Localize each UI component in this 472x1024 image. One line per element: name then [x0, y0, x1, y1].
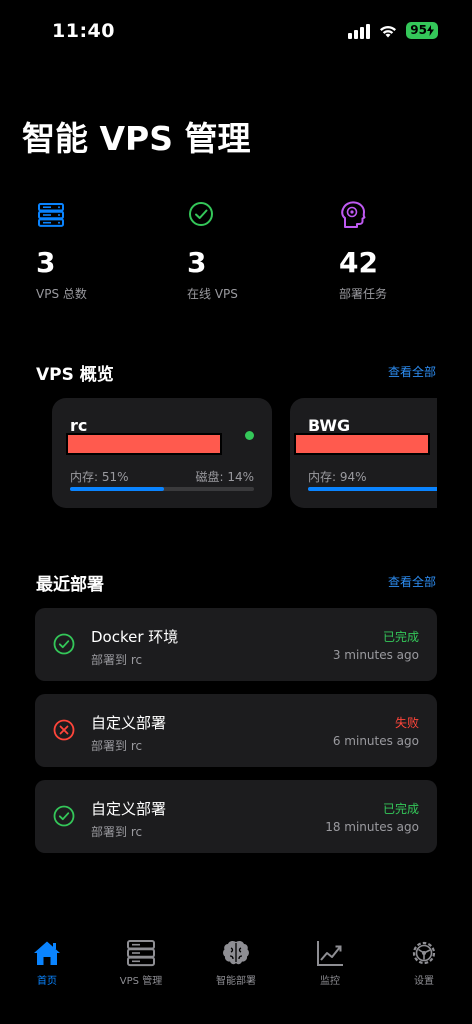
- memory-usage-bar: [308, 487, 437, 491]
- deploy-status: 失败: [394, 716, 419, 730]
- vps-card-rc[interactable]: rc 内存: 51% 磁盘: 14%: [52, 398, 272, 508]
- tab-monitoring[interactable]: 监控: [283, 938, 377, 987]
- tab-vps-management[interactable]: VPS 管理: [94, 938, 188, 987]
- vps-disk: 磁盘: 14%: [195, 470, 254, 484]
- stat-label: 部署任务: [339, 287, 388, 301]
- vps-memory: 内存: 51%: [70, 470, 129, 484]
- battery-level: 95: [410, 23, 427, 37]
- redacted-address: [294, 433, 430, 455]
- tab-label: 首页: [37, 976, 57, 987]
- deploy-time: 6 minutes ago: [332, 734, 419, 748]
- memory-usage-fill: [70, 487, 164, 491]
- stat-deploy-tasks: 42 部署任务: [339, 200, 472, 302]
- status-time: 11:40: [52, 20, 115, 42]
- deploy-target: 部署到 rc: [91, 739, 143, 753]
- deploy-title: 自定义部署: [91, 714, 167, 732]
- deploy-title: Docker 环境: [91, 628, 179, 646]
- redacted-address: [66, 433, 222, 455]
- stat-online-vps: 3 在线 VPS: [187, 200, 327, 302]
- status-bar: 11:40 95: [0, 0, 472, 64]
- memory-usage-fill: [308, 487, 437, 491]
- stat-label: 在线 VPS: [187, 287, 238, 301]
- deploys-view-all-link[interactable]: 查看全部: [388, 573, 436, 590]
- stat-label: VPS 总数: [36, 287, 87, 301]
- stat-value: 42: [339, 246, 378, 279]
- server-icon: [38, 203, 64, 227]
- page-title: 智能 VPS 管理: [22, 119, 251, 158]
- tab-bar: 首页 VPS 管理 智能部署 监控 设置: [0, 930, 472, 1024]
- vps-card-bwg[interactable]: BWG 内存: 94%: [290, 398, 437, 508]
- tab-label: 监控: [320, 976, 340, 987]
- server-icon: [127, 940, 155, 967]
- tab-smart-deploy[interactable]: 智能部署: [189, 938, 283, 987]
- tab-settings[interactable]: 设置: [377, 938, 471, 987]
- deploy-item[interactable]: 自定义部署 部署到 rc 已完成 18 minutes ago: [35, 780, 437, 853]
- status-indicators: 95: [348, 22, 438, 39]
- deploy-title: 自定义部署: [91, 800, 167, 818]
- chart-icon: [317, 941, 343, 966]
- check-circle-icon: [53, 805, 75, 827]
- deploy-status: 已完成: [382, 802, 419, 816]
- tab-home[interactable]: 首页: [0, 938, 94, 987]
- online-status-dot: [245, 431, 254, 440]
- stat-total-vps: 3 VPS 总数: [36, 200, 176, 302]
- vps-overview-title: VPS 概览: [36, 365, 114, 385]
- battery-indicator: 95: [406, 22, 438, 39]
- vps-memory: 内存: 94%: [308, 470, 367, 484]
- recent-deploys-title: 最近部署: [36, 575, 104, 595]
- deploy-time: 18 minutes ago: [325, 820, 419, 834]
- wifi-icon: [380, 25, 397, 37]
- gear-icon: [412, 941, 436, 965]
- x-circle-icon: [53, 719, 75, 741]
- deploy-target: 部署到 rc: [91, 653, 143, 667]
- brain-icon: [223, 940, 249, 965]
- memory-usage-bar: [70, 487, 254, 491]
- charging-bolt-icon: [427, 25, 434, 36]
- deploy-target: 部署到 rc: [91, 825, 143, 839]
- stats-row: 3 VPS 总数 3 在线 VPS 42 部署任务: [0, 200, 472, 310]
- home-icon: [34, 941, 60, 965]
- check-circle-icon: [189, 202, 213, 226]
- deploy-time: 3 minutes ago: [332, 648, 419, 662]
- deploy-item[interactable]: 自定义部署 部署到 rc 失败 6 minutes ago: [35, 694, 437, 767]
- deploy-item[interactable]: Docker 环境 部署到 rc 已完成 3 minutes ago: [35, 608, 437, 681]
- brain-icon: [341, 201, 366, 228]
- check-circle-icon: [53, 633, 75, 655]
- tab-label: 设置: [414, 976, 434, 987]
- tab-label: 智能部署: [216, 976, 256, 987]
- tab-label: VPS 管理: [119, 976, 163, 987]
- deploy-status: 已完成: [382, 630, 419, 644]
- stat-value: 3: [36, 246, 56, 279]
- stat-value: 3: [187, 246, 207, 279]
- signal-icon: [348, 23, 371, 39]
- vps-card-carousel[interactable]: rc 内存: 51% 磁盘: 14% BWG 内存: 94%: [52, 398, 437, 508]
- vps-view-all-link[interactable]: 查看全部: [388, 363, 436, 380]
